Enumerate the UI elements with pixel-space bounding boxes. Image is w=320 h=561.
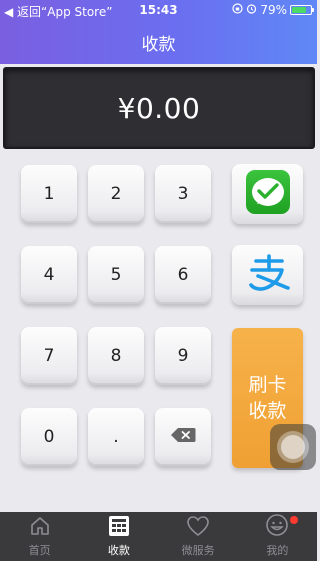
key-label: 9 [177, 346, 189, 366]
card-button-line2: 收款 [248, 400, 287, 422]
tab-home[interactable]: 首页 [0, 512, 79, 561]
key-decimal[interactable]: . [88, 408, 144, 466]
key-5[interactable]: 5 [88, 246, 144, 304]
heart-icon [186, 515, 210, 542]
key-8[interactable]: 8 [88, 327, 144, 385]
home-icon [29, 515, 51, 542]
alipay-icon [242, 254, 294, 296]
key-7[interactable]: 7 [21, 327, 77, 385]
battery-level [292, 7, 306, 13]
key-label: 4 [43, 265, 55, 285]
alarm-icon [246, 3, 257, 17]
battery-percentage: 79% [260, 3, 287, 17]
backspace-icon [170, 427, 196, 448]
alipay-button[interactable] [232, 245, 303, 305]
wechat-pay-icon [245, 169, 291, 219]
key-label: 0 [43, 427, 55, 447]
nav-bar: 收款 [0, 20, 317, 64]
smiley-icon [265, 513, 289, 542]
tab-label: 微服务 [181, 544, 215, 557]
tab-mine[interactable]: 我的 [238, 512, 317, 561]
backspace-button[interactable] [155, 408, 211, 466]
tab-label: 我的 [266, 544, 289, 557]
assistive-touch-button[interactable] [270, 424, 316, 470]
key-label: 2 [110, 184, 122, 204]
grid-icon [108, 515, 130, 542]
key-4[interactable]: 4 [21, 246, 77, 304]
tab-bar: 首页 收款 微服务 我的 [0, 512, 317, 561]
key-label: 1 [43, 184, 55, 204]
tab-label: 首页 [28, 544, 51, 557]
page-title: 收款 [141, 34, 176, 55]
key-label: 5 [110, 265, 122, 285]
key-6[interactable]: 6 [155, 246, 211, 304]
amount-value: ¥0.00 [117, 91, 201, 125]
assistive-touch-icon [277, 431, 309, 463]
key-label: 6 [177, 265, 189, 285]
key-label: . [113, 427, 119, 447]
key-label: 7 [43, 346, 55, 366]
tab-micro-services[interactable]: 微服务 [159, 512, 238, 561]
tab-collect[interactable]: 收款 [79, 512, 158, 561]
card-button-line1: 刷卡 [248, 374, 287, 396]
key-1[interactable]: 1 [21, 165, 77, 223]
key-3[interactable]: 3 [155, 165, 211, 223]
key-2[interactable]: 2 [88, 165, 144, 223]
notification-badge [289, 516, 298, 524]
status-bar: ◀ 返回“App Store” 15:43 79% [0, 0, 317, 20]
status-right-group: 79% [232, 3, 314, 17]
rotation-lock-icon [232, 3, 243, 17]
tab-label: 收款 [107, 544, 130, 557]
key-label: 3 [177, 184, 189, 204]
key-9[interactable]: 9 [155, 327, 211, 385]
key-0[interactable]: 0 [21, 408, 77, 466]
key-label: 8 [110, 346, 122, 366]
amount-display: ¥0.00 [3, 67, 315, 149]
wechat-pay-button[interactable] [232, 164, 303, 224]
battery-icon [290, 5, 314, 15]
